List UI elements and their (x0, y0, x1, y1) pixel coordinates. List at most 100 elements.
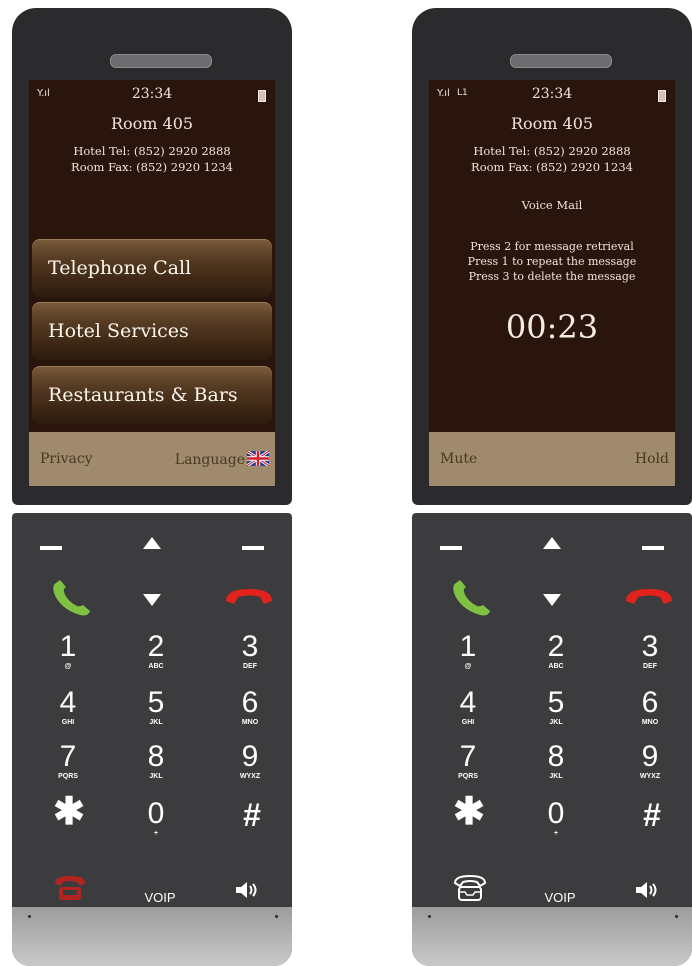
hotel-tel: Hotel Tel: (852) 2920 2888 (473, 144, 631, 158)
bottom-cap (412, 907, 692, 966)
key-hash[interactable]: # (232, 799, 272, 831)
key-3[interactable]: 3 DEF (220, 632, 280, 671)
right-softkey[interactable] (242, 546, 264, 550)
restaurants-bars-button[interactable]: Restaurants & Bars (32, 366, 272, 424)
key-3[interactable]: 3 DEF (620, 632, 680, 671)
key-letters: GHI (461, 719, 475, 726)
left-softkey[interactable] (40, 546, 62, 550)
screw (428, 915, 431, 918)
key-hash[interactable]: # (632, 799, 672, 831)
language-label: Language (174, 452, 245, 468)
key-letters: DEF (643, 663, 657, 670)
key-digit: 3 (641, 630, 659, 663)
key-digit: 3 (241, 630, 259, 663)
battery-icon (658, 90, 666, 102)
call-timer: 00:23 (505, 308, 599, 346)
mute-softkey[interactable]: Mute (440, 451, 477, 467)
nav-down-key[interactable] (543, 594, 561, 606)
key-letters: JKL (149, 719, 163, 726)
end-call-icon[interactable] (624, 585, 674, 607)
key-4[interactable]: 4 GHI (438, 688, 498, 727)
key-digit: 8 (147, 740, 165, 773)
key-digit: 0 (147, 797, 165, 830)
key-star[interactable]: ✱ (444, 793, 494, 831)
key-9[interactable]: 9 WYXZ (620, 742, 680, 781)
instruction-line: Press 2 for message retrieval (470, 240, 634, 253)
key-0[interactable]: 0 + (526, 799, 586, 838)
key-7[interactable]: 7 PQRS (38, 742, 98, 781)
uk-flag-icon (247, 451, 269, 466)
voicemail-icon[interactable] (52, 873, 88, 903)
key-4[interactable]: 4 GHI (38, 688, 98, 727)
inbox-icon[interactable] (452, 873, 488, 903)
bottom-cap (12, 907, 292, 966)
phone-top-shell: Y.ıl L1 23:34 Room 405 Hotel Tel: (852) … (412, 8, 692, 505)
key-digit: 9 (641, 740, 659, 773)
phone-screen: Y.ıl L1 23:34 Room 405 Hotel Tel: (852) … (429, 80, 675, 486)
key-letters: + (153, 830, 159, 837)
key-0[interactable]: 0 + (126, 799, 186, 838)
speaker-icon[interactable] (634, 881, 662, 899)
left-softkey[interactable] (440, 546, 462, 550)
key-letters: ABC (548, 663, 564, 670)
language-softkey[interactable]: Language (175, 451, 269, 468)
key-1[interactable]: 1 @ (38, 632, 98, 671)
key-digit: 7 (459, 740, 477, 773)
key-digit: 1 (59, 630, 77, 663)
room-number: Room 405 (110, 114, 194, 133)
status-bar: Y.ıl 23:34 (29, 86, 275, 104)
key-letters: PQRS (458, 773, 478, 780)
instruction-line: Press 3 to delete the message (468, 270, 636, 283)
hold-softkey[interactable]: Hold (635, 451, 669, 467)
phone-top-shell: Y.ıl 23:34 Room 405 Hotel Tel: (852) 292… (12, 8, 292, 505)
key-6[interactable]: 6 MNO (620, 688, 680, 727)
right-softkey[interactable] (642, 546, 664, 550)
key-2[interactable]: 2 ABC (526, 632, 586, 671)
nav-down-key[interactable] (143, 594, 161, 606)
softkey-bar: Mute Hold (429, 432, 675, 486)
key-letters: MNO (241, 719, 259, 726)
key-letters: WYXZ (639, 773, 661, 780)
key-2[interactable]: 2 ABC (126, 632, 186, 671)
menu-label: Hotel Services (48, 320, 189, 342)
menu-label: Restaurants & Bars (48, 384, 238, 406)
telephone-call-button[interactable]: Telephone Call (32, 239, 272, 297)
key-digit: 4 (459, 686, 477, 719)
key-letters: + (553, 830, 559, 837)
room-fax: Room Fax: (852) 2920 1234 (71, 160, 233, 174)
key-letters: GHI (61, 719, 75, 726)
voip-key[interactable]: VOIP (536, 890, 584, 905)
key-7[interactable]: 7 PQRS (438, 742, 498, 781)
room-fax: Room Fax: (852) 2920 1234 (471, 160, 633, 174)
earpiece-speaker (110, 54, 212, 68)
key-9[interactable]: 9 WYXZ (220, 742, 280, 781)
call-icon[interactable] (50, 579, 94, 619)
clock: 23:34 (531, 86, 573, 102)
keypad-body: 1 @ 2 ABC 3 DEF 4 GHI 5 JKL 6 MNO 7 PQRS… (12, 513, 292, 966)
phone-voicemail-screen: Y.ıl L1 23:34 Room 405 Hotel Tel: (852) … (412, 8, 692, 966)
key-5[interactable]: 5 JKL (526, 688, 586, 727)
call-icon[interactable] (450, 579, 494, 619)
key-letters: WYXZ (239, 773, 261, 780)
key-digit: 5 (547, 686, 565, 719)
screw (675, 915, 678, 918)
hotel-services-button[interactable]: Hotel Services (32, 302, 272, 360)
key-digit: 6 (241, 686, 259, 719)
end-call-icon[interactable] (224, 585, 274, 607)
key-8[interactable]: 8 JKL (526, 742, 586, 781)
key-digit: 7 (59, 740, 77, 773)
key-digit: 6 (641, 686, 659, 719)
key-8[interactable]: 8 JKL (126, 742, 186, 781)
key-digit: 4 (59, 686, 77, 719)
nav-up-key[interactable] (143, 537, 161, 549)
softkey-bar: Privacy Language (29, 432, 275, 486)
key-star[interactable]: ✱ (44, 793, 94, 831)
key-6[interactable]: 6 MNO (220, 688, 280, 727)
key-5[interactable]: 5 JKL (126, 688, 186, 727)
privacy-softkey[interactable]: Privacy (40, 451, 93, 467)
earpiece-speaker (510, 54, 612, 68)
voip-key[interactable]: VOIP (136, 890, 184, 905)
speaker-icon[interactable] (234, 881, 262, 899)
nav-up-key[interactable] (543, 537, 561, 549)
key-1[interactable]: 1 @ (438, 632, 498, 671)
